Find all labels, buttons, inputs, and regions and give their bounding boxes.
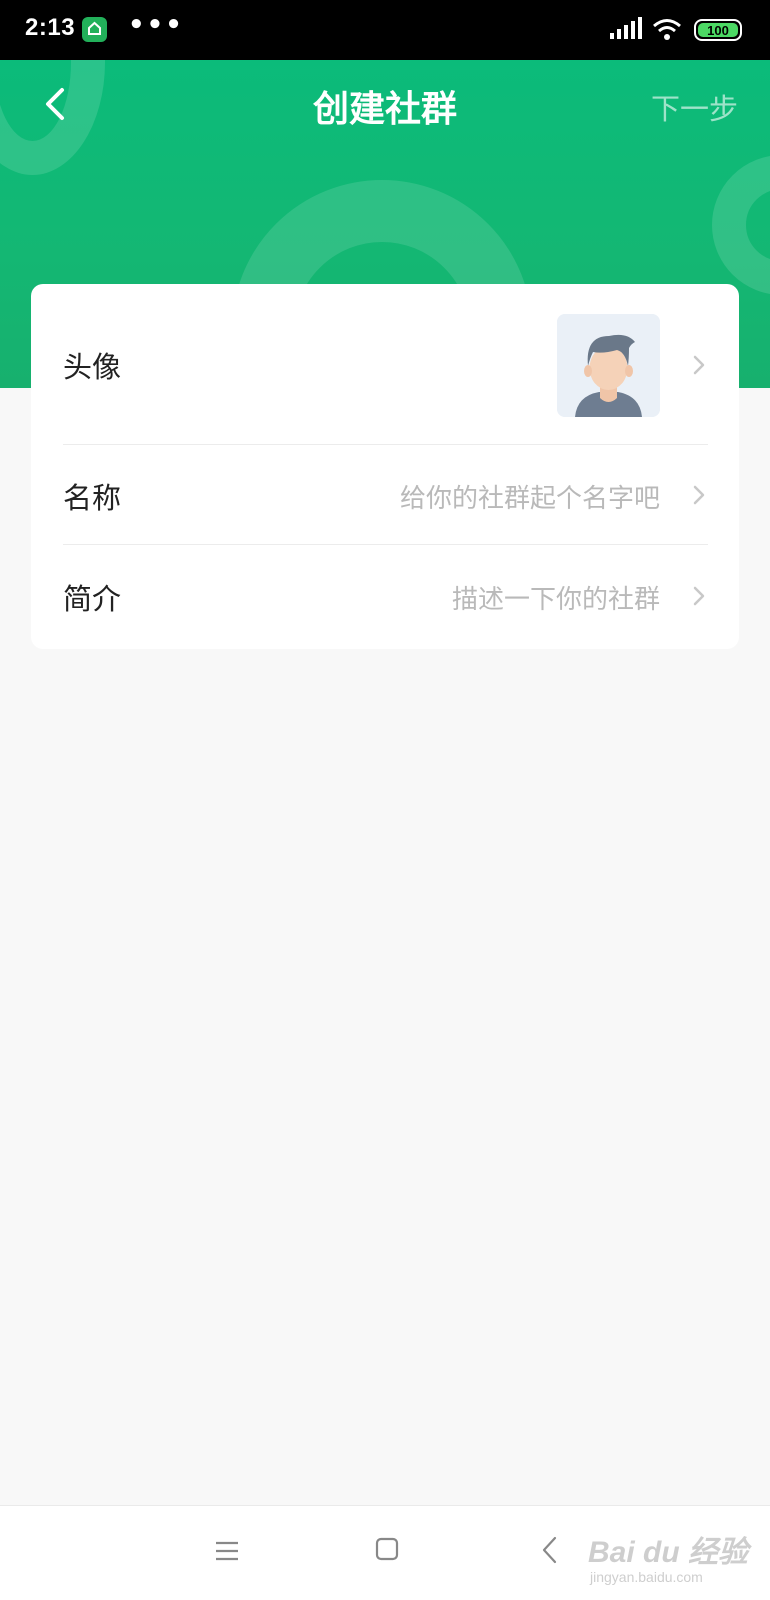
next-step-button[interactable]: 下一步 <box>651 86 738 128</box>
avatar[interactable] <box>557 314 660 417</box>
more-notifications-icon: ••• <box>128 10 184 40</box>
signal-icon <box>610 17 642 41</box>
name-label: 名称 <box>63 481 122 515</box>
wifi-icon <box>652 17 682 43</box>
battery-level: 100 <box>707 22 729 38</box>
intro-label: 简介 <box>63 582 122 616</box>
home-icon[interactable] <box>374 1536 400 1562</box>
community-form-card: 头像 名称 给你的社群起个名字吧 简介 描述一下你的社群 <box>31 284 739 649</box>
battery-indicator: 100 <box>694 19 742 41</box>
status-time: 2:13 <box>25 14 76 41</box>
back-icon[interactable] <box>540 1535 560 1565</box>
menu-icon[interactable] <box>214 1538 240 1564</box>
chevron-right-icon <box>693 485 705 505</box>
app-notification-icon <box>82 17 107 42</box>
decorative-ring <box>712 155 770 295</box>
status-bar: 2:13 ••• 100 <box>0 0 770 60</box>
name-row[interactable]: 名称 给你的社群起个名字吧 <box>63 445 708 544</box>
avatar-row[interactable]: 头像 <box>63 284 708 444</box>
name-placeholder[interactable]: 给你的社群起个名字吧 <box>400 478 660 515</box>
watermark-url: jingyan.baidu.com <box>590 1569 703 1585</box>
avatar-label: 头像 <box>63 350 122 384</box>
chevron-right-icon <box>693 355 705 375</box>
watermark: Bai du 经验 jingyan.baidu.com <box>588 1513 760 1593</box>
intro-row[interactable]: 简介 描述一下你的社群 <box>63 545 708 647</box>
intro-placeholder[interactable]: 描述一下你的社群 <box>452 579 660 616</box>
chevron-right-icon <box>693 586 705 606</box>
default-avatar-icon <box>557 314 660 417</box>
watermark-logo: Bai du 经验 <box>588 1536 749 1569</box>
